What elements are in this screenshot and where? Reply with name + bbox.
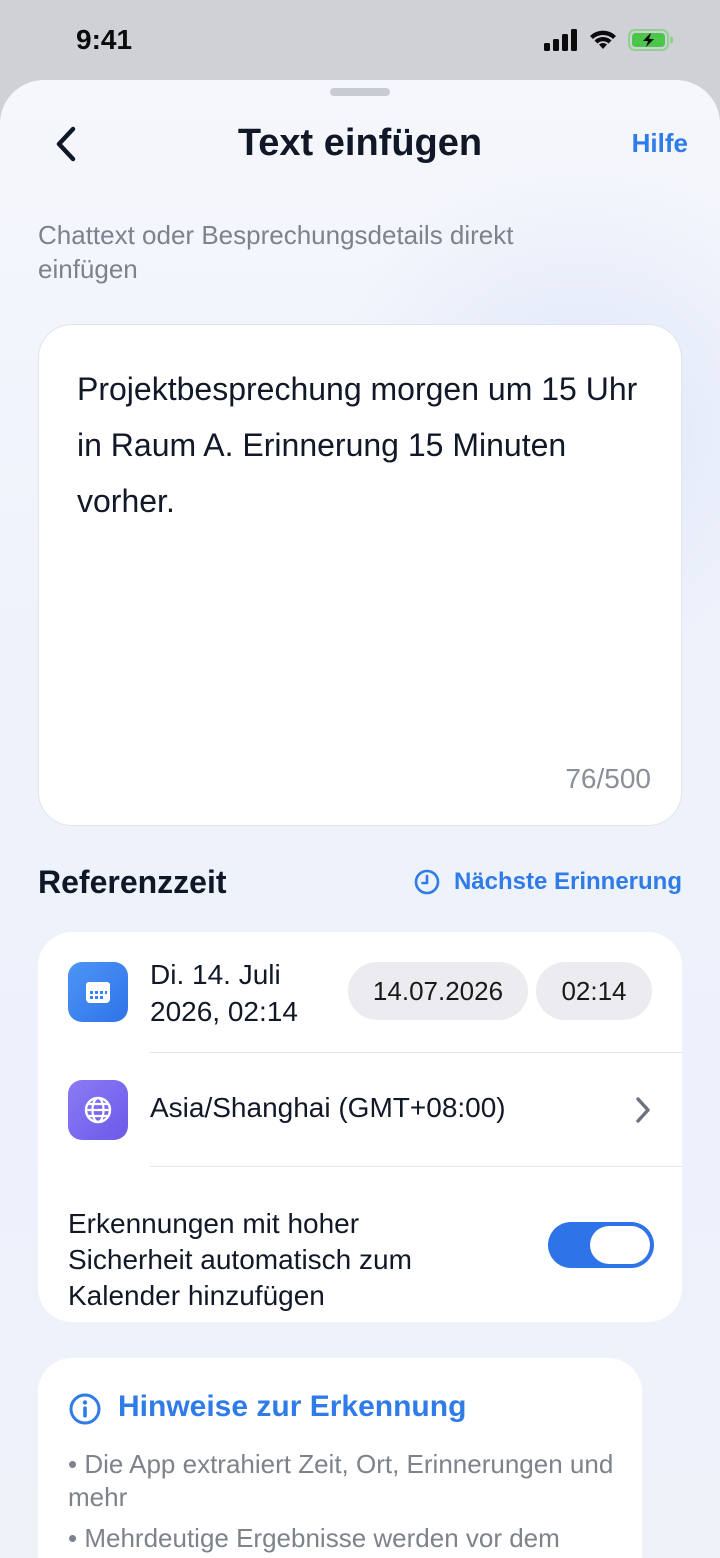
signal-icon <box>544 29 577 51</box>
chevron-right-icon[interactable] <box>634 1096 652 1124</box>
toggle-knob <box>590 1226 650 1264</box>
clock-icon <box>414 869 440 895</box>
calendar-icon <box>68 962 128 1022</box>
reference-date-display: Di. 14. Juli 2026, 02:14 <box>150 959 298 1027</box>
globe-icon <box>68 1080 128 1140</box>
info-icon <box>69 1393 101 1425</box>
character-counter: 76/500 <box>565 763 651 794</box>
bottom-sheet: Text einfügen Hilfe Chattext oder Bespre… <box>0 80 720 1558</box>
hint-title: Hinweise zur Erkennung <box>118 1390 467 1423</box>
status-icons <box>544 28 674 52</box>
page-subtitle: Chattext oder Besprechungsdetails direkt… <box>38 220 514 284</box>
battery-icon <box>628 29 673 51</box>
text-input-card[interactable]: Projektbesprechung morgen um 15 Uhr in R… <box>38 324 682 826</box>
timezone-row[interactable]: Asia/Shanghai (GMT+08:00) <box>150 1092 506 1124</box>
reference-time-card: Di. 14. Juli 2026, 02:14 14.07.2026 02:1… <box>38 932 682 1322</box>
wifi-icon <box>590 30 616 49</box>
help-button[interactable]: Hilfe <box>632 128 688 159</box>
reference-time-heading: Referenzzeit <box>38 864 227 900</box>
status-bar: 9:41 <box>0 0 720 80</box>
divider <box>150 1052 682 1053</box>
next-reminder-button[interactable]: Nächste Erinnerung <box>414 868 682 896</box>
auto-add-toggle[interactable] <box>548 1222 654 1268</box>
sheet-grabber[interactable] <box>330 88 390 96</box>
hint-card: Hinweise zur Erkennung • Die App extrahi… <box>38 1358 642 1558</box>
page-title: Text einfügen <box>237 122 483 164</box>
text-input[interactable]: Projektbesprechung morgen um 15 Uhr in R… <box>77 361 647 529</box>
hint-item: • Mehrdeutige Ergebnisse werden vor dem <box>68 1523 560 1553</box>
hint-item: • Die App extrahiert Zeit, Ort, Erinneru… <box>68 1449 614 1512</box>
auto-add-label: Erkennungen mit hoher Sicherheit automat… <box>68 1208 412 1311</box>
next-reminder-label: Nächste Erinnerung <box>453 868 682 895</box>
divider <box>150 1166 682 1167</box>
time-picker-pill[interactable]: 02:14 <box>536 962 652 1020</box>
date-picker-pill[interactable]: 14.07.2026 <box>348 962 528 1020</box>
status-time: 9:41 <box>76 24 133 55</box>
